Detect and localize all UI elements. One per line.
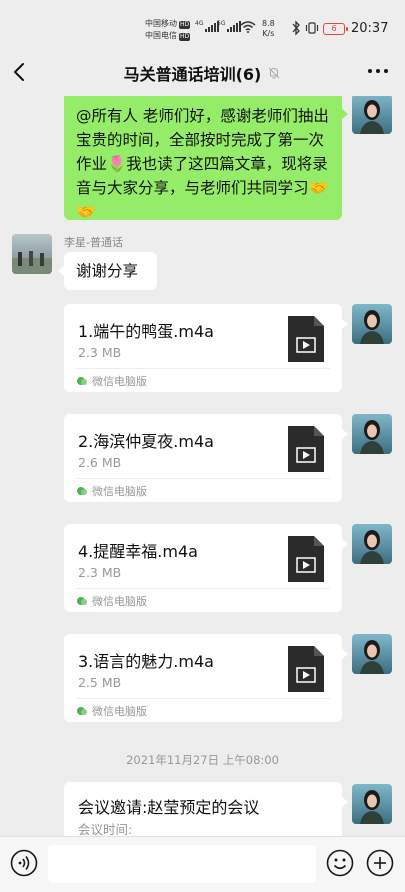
message-list[interactable]: @所有人 老师们好，感谢老师们抽出宝贵的时间，全部按时完成了第一次作业🌷我也读了…: [0, 96, 405, 836]
wechat-pc-icon: [77, 597, 87, 605]
more-dots-icon[interactable]: [367, 66, 389, 76]
video-file-icon: [288, 646, 324, 692]
wechat-pc-icon: [77, 487, 87, 495]
voice-icon[interactable]: [10, 849, 38, 877]
avatar[interactable]: [352, 784, 392, 824]
message-input[interactable]: [48, 845, 316, 883]
avatar-portrait-icon: [360, 640, 384, 674]
video-file-icon: [288, 316, 324, 362]
meeting-time-label: 会议时间:: [78, 822, 133, 836]
plus-icon[interactable]: [366, 849, 394, 877]
battery-level: 6: [331, 24, 337, 33]
avatar-portrait-icon: [360, 420, 384, 454]
avatar[interactable]: [352, 524, 392, 564]
avatar[interactable]: [352, 96, 392, 134]
carrier-telecom-label: 中国电信: [145, 31, 177, 40]
wifi-icon: [240, 21, 256, 33]
message-text: 谢谢分享: [76, 262, 139, 280]
file-name: 2.海滨仲夏夜.m4a: [78, 432, 214, 451]
message-bubble-reply[interactable]: 谢谢分享: [58, 252, 157, 290]
file-name: 4.提醒幸福.m4a: [78, 542, 198, 561]
avatar-portrait-icon: [360, 530, 384, 564]
battery-icon: 6: [323, 23, 348, 35]
avatar-portrait-icon: [360, 310, 384, 344]
clock: 20:37: [351, 21, 389, 36]
divider: [76, 698, 330, 699]
file-message-card[interactable]: 2.海滨仲夏夜.m4a 2.6 MB 微信电脑版: [64, 414, 348, 502]
wechat-pc-icon: [77, 377, 87, 385]
file-source: 微信电脑版: [76, 483, 147, 499]
message-timestamp: 2021年11月27日 上午08:00: [126, 753, 279, 767]
network-speed: 8.8 K/s: [262, 19, 275, 38]
avatar[interactable]: [352, 414, 392, 454]
avatar-portrait-icon: [360, 790, 384, 824]
carrier-mobile-label: 中国移动: [145, 19, 177, 28]
file-source: 微信电脑版: [76, 373, 147, 389]
file-source: 微信电脑版: [76, 703, 147, 719]
bluetooth-icon: [292, 20, 300, 36]
file-size: 2.3 MB: [78, 345, 122, 360]
wechat-pc-icon: [77, 707, 87, 715]
chat-title: 马关普通话培训(6): [123, 65, 262, 84]
chat-title-group[interactable]: 马关普通话培训(6): [95, 61, 310, 85]
file-source: 微信电脑版: [76, 593, 147, 609]
avatar-photo-icon: [12, 251, 52, 274]
avatar[interactable]: [352, 634, 392, 674]
avatar[interactable]: [12, 234, 52, 274]
file-name: 3.语言的魅力.m4a: [78, 652, 214, 671]
video-file-icon: [288, 426, 324, 472]
bell-off-icon: [269, 67, 280, 79]
message-text: @所有人 老师们好，感谢老师们抽出宝贵的时间，全部按时完成了第一次作业🌷我也读了…: [76, 107, 329, 221]
message-input-bar: [0, 836, 405, 892]
file-message-card[interactable]: 1.端午的鸭蛋.m4a 2.3 MB 微信电脑版: [64, 304, 348, 392]
vibrate-icon: [305, 22, 319, 34]
sender-name: 李星-普通话: [64, 236, 123, 249]
hd-badge: HD: [179, 21, 191, 29]
chat-header: 马关普通话培训(6): [0, 48, 405, 96]
file-name: 1.端午的鸭蛋.m4a: [78, 322, 214, 341]
file-size: 2.6 MB: [78, 455, 122, 470]
message-bubble-announcement[interactable]: @所有人 老师们好，感谢老师们抽出宝贵的时间，全部按时完成了第一次作业🌷我也读了…: [64, 96, 348, 221]
avatar-portrait-icon: [360, 100, 384, 134]
video-file-icon: [288, 536, 324, 582]
file-size: 2.5 MB: [78, 675, 122, 690]
hd-badge: HD: [179, 33, 191, 41]
emoji-icon[interactable]: [326, 849, 354, 877]
signal-4g-icon: 4G: [195, 20, 220, 32]
chevron-left-icon[interactable]: [10, 60, 30, 84]
meeting-title: 会议邀请:赵莹预定的会议: [78, 798, 260, 817]
meeting-invite-card[interactable]: 会议邀请:赵莹预定的会议 会议时间:: [64, 782, 348, 836]
divider: [76, 588, 330, 589]
status-bar: 中国移动 HD 中国电信 HD 4G 5G 8.8 K/s 6 20:37: [0, 0, 405, 48]
divider: [76, 368, 330, 369]
carrier-info: 中国移动 HD 中国电信 HD: [145, 18, 191, 42]
file-size: 2.3 MB: [78, 565, 122, 580]
file-message-card[interactable]: 4.提醒幸福.m4a 2.3 MB 微信电脑版: [64, 524, 348, 612]
signal-5g-icon: 5G: [217, 20, 242, 32]
avatar[interactable]: [352, 304, 392, 344]
file-message-card[interactable]: 3.语言的魅力.m4a 2.5 MB 微信电脑版: [64, 634, 348, 722]
divider: [76, 478, 330, 479]
